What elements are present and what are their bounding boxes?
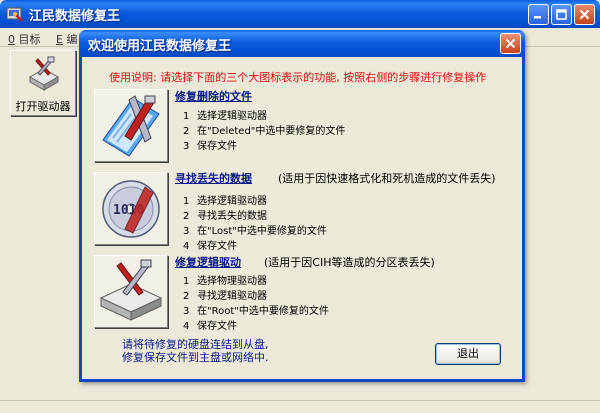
minimize-icon (534, 16, 541, 19)
section-note-find-lost: (适用于因快速格式化和死机造成的文件丢失) (278, 172, 496, 185)
dialog-title: 欢迎使用江民数据修复王 (88, 39, 232, 54)
step-text: 选择逻辑驱动器 (197, 196, 267, 207)
note-line: 请将待修复的硬盘连结到从盘, (122, 338, 269, 351)
repair-logical-drive-button[interactable] (94, 255, 168, 328)
step-number: 3 (183, 141, 190, 152)
welcome-dialog: 欢迎使用江民数据修复王 使用说明: 请选择下面的三个大图标表示的功能, 按照右侧… (79, 30, 525, 382)
instruction-text: 使用说明: 请选择下面的三个大图标表示的功能, 按照右侧的步骤进行修复操作 (109, 71, 487, 84)
step-number: 1 (183, 111, 190, 122)
step-number: 2 (183, 291, 190, 302)
minimize-button[interactable] (528, 4, 549, 25)
step-number: 2 (183, 211, 190, 222)
step-item: 2 寻找逻辑驱动器 (183, 287, 267, 302)
menu-hotkey: 0 (8, 33, 15, 46)
maximize-icon (556, 9, 567, 20)
step-number: 2 (183, 126, 190, 137)
step-text: 选择逻辑驱动器 (197, 111, 267, 122)
maximize-button[interactable] (551, 4, 572, 25)
step-text: 保存文件 (197, 241, 237, 252)
step-text: 保存文件 (197, 141, 237, 152)
main-close-button[interactable] (574, 4, 595, 25)
main-window-title: 江民数据修复王 (29, 9, 121, 24)
step-item: 1 选择逻辑驱动器 (183, 192, 267, 207)
hard-drive-tools-icon (28, 56, 60, 91)
step-item: 4 保存文件 (183, 237, 237, 252)
recycle-document-icon (102, 95, 160, 157)
menu-edit[interactable]: E 编 (56, 31, 77, 47)
step-text: 在"Lost"中选中要修复的文件 (197, 226, 327, 237)
statusbar (0, 400, 600, 413)
main-titlebar[interactable]: 江民数据修复王 (0, 0, 600, 28)
dialog-close-button[interactable] (500, 33, 521, 54)
step-item: 3 在"Lost"中选中要修复的文件 (183, 222, 327, 237)
step-text: 寻找丢失的数据 (197, 211, 267, 222)
step-text: 选择物理驱动器 (197, 276, 267, 287)
step-text: 在"Deleted"中选中要修复的文件 (197, 126, 346, 137)
step-item: 3 保存文件 (183, 137, 237, 152)
section-note-repair-logical: (适用于因CIH等造成的分区表丢失) (264, 256, 435, 269)
hard-drive-tools-icon (99, 259, 163, 321)
binary-disk-icon: 1010 (102, 180, 160, 238)
connection-note: 请将待修复的硬盘连结到从盘, 修复保存文件到主盘或网络中. (122, 338, 269, 364)
find-lost-data-button[interactable]: 1010 (94, 172, 168, 245)
section-title-find-lost[interactable]: 寻找丢失的数据 (175, 170, 252, 186)
close-icon (579, 9, 590, 20)
open-drive-button[interactable]: 打开驱动器 (10, 50, 76, 116)
section-title-repair-logical[interactable]: 修复逻辑驱动 (175, 254, 241, 270)
step-text: 在"Root"中选中要修复的文件 (197, 306, 329, 317)
app-icon (6, 7, 23, 22)
step-number: 3 (183, 306, 190, 317)
step-item: 2 寻找丢失的数据 (183, 207, 267, 222)
exit-button[interactable]: 退出 (435, 343, 501, 365)
step-number: 4 (183, 321, 190, 332)
step-item: 1 选择物理驱动器 (183, 272, 267, 287)
step-number: 1 (183, 276, 190, 287)
dialog-titlebar[interactable]: 欢迎使用江民数据修复王 (79, 30, 525, 57)
step-number: 3 (183, 226, 190, 237)
step-item: 1 选择逻辑驱动器 (183, 107, 267, 122)
menu-label: 编 (66, 33, 78, 46)
recover-deleted-button[interactable] (94, 89, 168, 162)
step-item: 4 保存文件 (183, 317, 237, 332)
step-item: 3 在"Root"中选中要修复的文件 (183, 302, 329, 317)
step-number: 1 (183, 196, 190, 207)
step-item: 2 在"Deleted"中选中要修复的文件 (183, 122, 345, 137)
note-line: 修复保存文件到主盘或网络中. (122, 351, 269, 364)
step-text: 保存文件 (197, 321, 237, 332)
step-number: 4 (183, 241, 190, 252)
section-title-recover-deleted[interactable]: 修复删除的文件 (175, 88, 252, 104)
step-text: 寻找逻辑驱动器 (197, 291, 267, 302)
menu-target[interactable]: 0 目标 (8, 31, 41, 47)
menu-hotkey: E (56, 33, 63, 46)
close-icon (505, 38, 516, 49)
open-drive-label: 打开驱动器 (15, 100, 71, 113)
menu-label: 目标 (18, 33, 41, 46)
